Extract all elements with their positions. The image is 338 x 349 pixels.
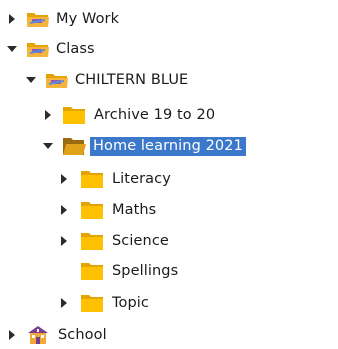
chevron-down-icon[interactable]	[6, 43, 18, 55]
tree-item-label: CHILTERN BLUE	[75, 72, 189, 88]
chevron-right-icon[interactable]	[6, 329, 18, 341]
tree-item-topic[interactable]: Topic	[58, 290, 149, 316]
chevron-right-icon[interactable]	[42, 109, 54, 121]
folder-tree: My Work Class CHILTERN BLUE Archive 19 t…	[0, 0, 338, 349]
tree-item-maths[interactable]: Maths	[58, 197, 156, 223]
tree-item-label: Topic	[112, 295, 149, 311]
tree-item-science[interactable]: Science	[58, 228, 169, 254]
tree-item-class[interactable]: Class	[6, 36, 95, 62]
tree-item-label: School	[58, 327, 107, 343]
school-icon	[26, 325, 50, 345]
shared-folder-icon	[45, 70, 69, 90]
tree-item-label: My Work	[56, 11, 120, 27]
tree-item-chiltern-blue[interactable]: CHILTERN BLUE	[25, 67, 188, 93]
folder-icon	[80, 231, 104, 251]
tree-item-spellings[interactable]: Spellings	[58, 258, 178, 284]
tree-item-label: Maths	[112, 202, 157, 218]
tree-item-label: Home learning 2021	[90, 136, 246, 156]
tree-item-label: Class	[56, 41, 95, 57]
chevron-right-icon[interactable]	[58, 235, 70, 247]
chevron-down-icon[interactable]	[42, 140, 54, 152]
tree-item-archive-19-to-20[interactable]: Archive 19 to 20	[42, 102, 215, 128]
tree-item-home-learning-2021[interactable]: Home learning 2021	[42, 133, 246, 159]
tree-item-my-work[interactable]: My Work	[6, 6, 119, 32]
shared-folder-icon	[26, 9, 50, 29]
folder-icon	[80, 169, 104, 189]
tree-item-literacy[interactable]: Literacy	[58, 166, 171, 192]
folder-icon	[80, 293, 104, 313]
chevron-down-icon[interactable]	[25, 74, 37, 86]
shared-folder-icon	[26, 39, 50, 59]
chevron-right-icon[interactable]	[58, 297, 70, 309]
tree-item-label: Spellings	[112, 263, 179, 279]
chevron-right-icon[interactable]	[58, 173, 70, 185]
tree-item-label: Literacy	[112, 171, 171, 187]
chevron-right-icon[interactable]	[6, 13, 18, 25]
folder-icon	[62, 105, 86, 125]
tree-item-label: Archive 19 to 20	[94, 107, 216, 123]
tree-item-label: Science	[112, 233, 169, 249]
folder-icon	[80, 200, 104, 220]
folder-open-icon	[62, 136, 86, 156]
tree-item-school[interactable]: School	[6, 322, 107, 348]
folder-icon	[80, 261, 104, 281]
chevron-right-icon[interactable]	[58, 204, 70, 216]
